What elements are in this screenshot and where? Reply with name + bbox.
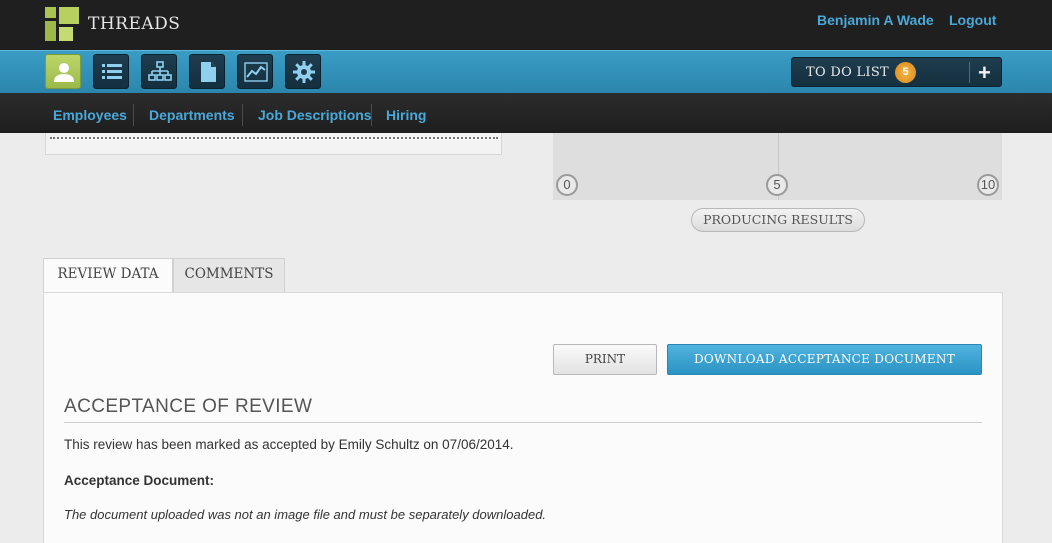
todo-count-badge: 5	[895, 62, 916, 83]
settings-button[interactable]	[285, 54, 321, 89]
add-todo-icon[interactable]: +	[978, 60, 991, 86]
section-divider	[64, 422, 982, 423]
top-bar: THREADS Benjamin A Wade Logout	[0, 0, 1052, 50]
todo-divider	[969, 62, 970, 83]
download-acceptance-document-button[interactable]: DOWNLOAD ACCEPTANCE DOCUMENT	[667, 344, 982, 375]
chart-icon	[244, 62, 268, 82]
section-title: ACCEPTANCE OF REVIEW	[64, 396, 313, 417]
threads-logo-icon[interactable]	[45, 7, 79, 41]
rating-chart: 0 5 10	[553, 133, 1002, 200]
user-name-link[interactable]: Benjamin A Wade	[817, 12, 934, 28]
dotted-rule	[50, 137, 498, 141]
org-chart-icon	[148, 61, 172, 81]
chart-tick-10: 10	[977, 174, 999, 196]
main-toolbar: TO DO LIST 5 +	[0, 50, 1052, 93]
chart-tick-0: 0	[556, 174, 578, 196]
list-icon	[102, 64, 122, 79]
subnav-job-descriptions[interactable]: Job Descriptions	[258, 107, 372, 123]
sub-navigation: Employees Departments Job Descriptions H…	[0, 93, 1052, 133]
todo-list-label[interactable]: TO DO LIST	[806, 65, 889, 80]
document-icon	[201, 62, 216, 82]
acceptance-status-text: This review has been marked as accepted …	[64, 437, 514, 452]
subnav-employees[interactable]: Employees	[53, 107, 127, 123]
upper-left-panel	[45, 133, 502, 155]
logout-link[interactable]: Logout	[949, 12, 996, 28]
user-icon	[54, 63, 74, 82]
acceptance-document-note: The document uploaded was not an image f…	[64, 507, 547, 522]
acceptance-document-label: Acceptance Document:	[64, 473, 215, 488]
tab-review-data[interactable]: REVIEW DATA	[43, 258, 173, 293]
producing-results-label: PRODUCING RESULTS	[691, 208, 865, 232]
subnav-hiring[interactable]: Hiring	[386, 107, 426, 123]
chart-tick-5: 5	[766, 174, 788, 196]
gear-icon	[293, 61, 315, 83]
employee-profile-button[interactable]	[45, 54, 81, 89]
tab-comments[interactable]: COMMENTS	[173, 258, 285, 292]
document-button[interactable]	[189, 54, 225, 89]
todo-list-widget[interactable]: TO DO LIST 5 +	[791, 57, 1002, 87]
app-title[interactable]: THREADS	[88, 14, 180, 34]
org-chart-button[interactable]	[141, 54, 177, 89]
subnav-departments[interactable]: Departments	[149, 107, 235, 123]
print-button[interactable]: PRINT	[553, 344, 657, 375]
list-button[interactable]	[93, 54, 129, 89]
performance-chart-button[interactable]	[237, 54, 273, 89]
